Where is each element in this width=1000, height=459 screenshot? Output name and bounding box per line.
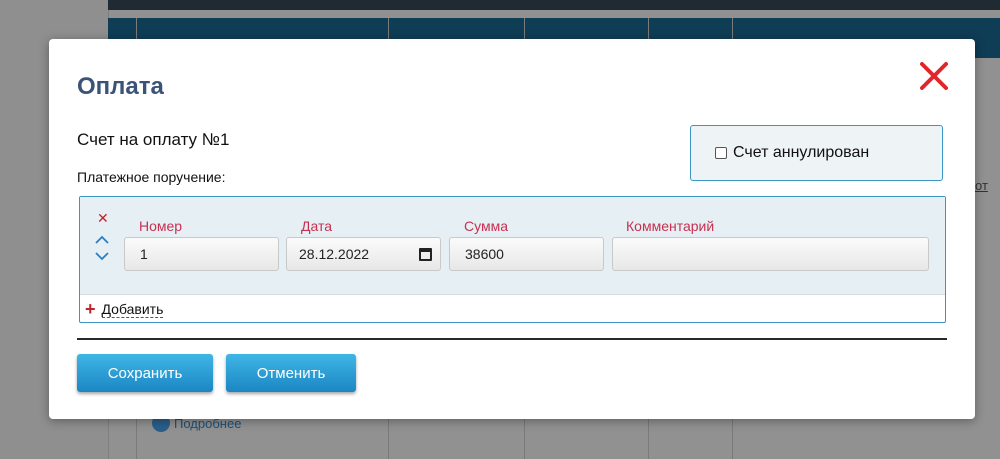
add-label: Добавить: [101, 300, 164, 318]
payment-order-label: Платежное поручение:: [77, 169, 226, 185]
calendar-icon[interactable]: [419, 247, 432, 261]
close-icon[interactable]: [918, 60, 950, 92]
number-column-label: Номер: [139, 218, 183, 234]
move-down-icon[interactable]: [95, 249, 109, 263]
plus-icon: +: [85, 299, 96, 319]
number-input[interactable]: 1: [124, 237, 279, 271]
delete-row-icon[interactable]: ✕: [97, 211, 109, 225]
payment-modal: Оплата Счет на оплату №1 Платежное поруч…: [49, 39, 975, 419]
annulled-checkbox[interactable]: [715, 147, 727, 159]
number-value: 1: [140, 246, 148, 262]
divider: [77, 338, 947, 340]
background-side-link: от: [975, 178, 988, 193]
date-column-label: Дата: [301, 218, 333, 234]
date-value: 28.12.2022: [299, 246, 370, 262]
background-topbar: [108, 0, 1000, 10]
payment-table: ✕ Номер Дата Сумма Комментарий 1 28.12.2…: [79, 196, 946, 323]
amount-value: 38600: [465, 246, 504, 262]
date-input[interactable]: 28.12.2022: [286, 237, 441, 271]
modal-title: Оплата: [77, 73, 164, 100]
annulled-box: Счет аннулирован: [690, 125, 943, 181]
add-row-button[interactable]: + Добавить: [80, 295, 945, 323]
amount-column-label: Сумма: [464, 218, 508, 234]
comment-column-label: Комментарий: [626, 218, 715, 234]
move-up-icon[interactable]: [95, 233, 109, 247]
comment-input[interactable]: [612, 237, 929, 271]
amount-input[interactable]: 38600: [449, 237, 604, 271]
save-button[interactable]: Сохранить: [77, 354, 213, 392]
annulled-label: Счет аннулирован: [733, 144, 870, 161]
invoice-title: Счет на оплату №1: [77, 130, 230, 149]
cancel-button[interactable]: Отменить: [226, 354, 356, 392]
payment-row: ✕ Номер Дата Сумма Комментарий 1 28.12.2…: [80, 197, 945, 295]
